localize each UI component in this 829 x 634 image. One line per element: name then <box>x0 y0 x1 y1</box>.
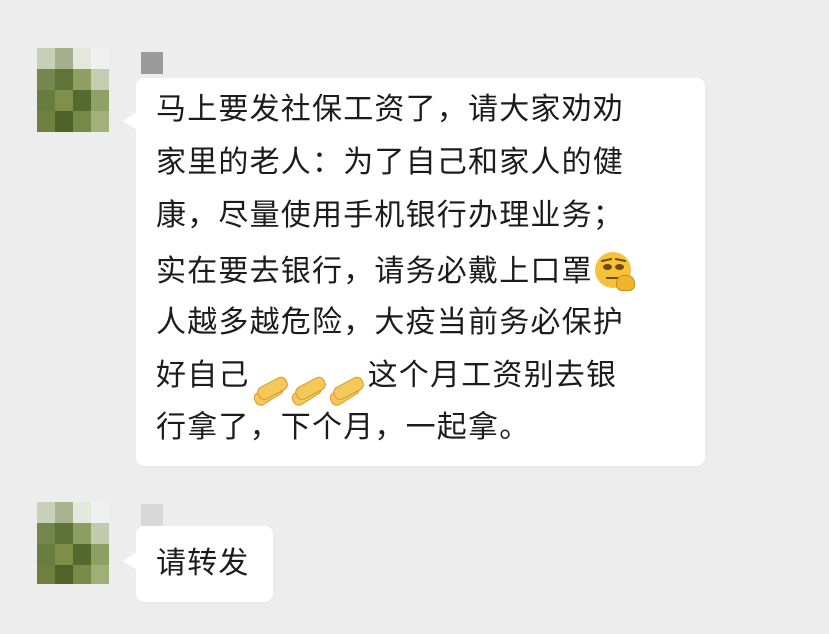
sender-name <box>141 52 163 74</box>
avatar-pixel <box>55 111 73 132</box>
avatar-pixel <box>91 544 109 565</box>
avatar-pixel <box>55 48 73 69</box>
avatar-pixel <box>73 111 91 132</box>
sender-avatar[interactable] <box>37 48 109 132</box>
avatar-pixel <box>91 523 109 544</box>
avatar-pixel <box>73 90 91 111</box>
message-line: 实在要去银行，请务必戴上口罩 <box>156 252 635 291</box>
message-line: 请转发 <box>156 546 250 581</box>
avatar-pixel <box>55 544 73 565</box>
folded-hands-icon <box>289 359 328 408</box>
message-line: 好自己 这个月工资别去银 <box>156 358 617 408</box>
avatar-pixel <box>91 502 109 523</box>
sender-avatar[interactable] <box>37 502 109 584</box>
message-bubble[interactable]: 马上要发社保工资了，请大家劝劝 家里的老人：为了自己和家人的健 康，尽量使用手机… <box>123 78 705 466</box>
message-line: 人越多越危险，大疫当前务必保护 <box>156 305 624 340</box>
avatar-pixel <box>37 523 55 544</box>
message-line: 康，尽量使用手机银行办理业务； <box>156 198 624 233</box>
avatar-pixel <box>73 544 91 565</box>
avatar-pixel <box>91 69 109 90</box>
message-line: 家里的老人：为了自己和家人的健 <box>156 145 624 180</box>
avatar-pixel <box>37 565 55 584</box>
message-line: 行拿了，下个月，一起拿。 <box>156 410 531 445</box>
avatar-pixel <box>37 48 55 69</box>
avatar-pixel <box>55 90 73 111</box>
avatar-pixel <box>91 565 109 584</box>
avatar-pixel <box>37 111 55 132</box>
avatar-pixel <box>55 502 73 523</box>
avatar-pixel <box>37 90 55 111</box>
avatar-pixel <box>73 69 91 90</box>
avatar-pixel <box>91 90 109 111</box>
avatar-pixel <box>37 544 55 565</box>
avatar-pixel <box>37 69 55 90</box>
thinking-face-icon <box>594 252 635 291</box>
avatar-pixel <box>55 69 73 90</box>
folded-hands-icon <box>327 359 366 408</box>
avatar-pixel <box>37 502 55 523</box>
sender-name <box>141 504 163 526</box>
chat-message: 请转发 <box>0 490 829 634</box>
avatar-pixel <box>73 523 91 544</box>
avatar-pixel <box>91 111 109 132</box>
avatar-pixel <box>55 523 73 544</box>
message-bubble[interactable]: 请转发 <box>123 526 273 602</box>
avatar-pixel <box>73 565 91 584</box>
avatar-pixel <box>73 502 91 523</box>
avatar-pixel <box>91 48 109 69</box>
avatar-pixel <box>73 48 91 69</box>
chat-message: 马上要发社保工资了，请大家劝劝 家里的老人：为了自己和家人的健 康，尽量使用手机… <box>0 0 829 480</box>
message-line: 马上要发社保工资了，请大家劝劝 <box>156 92 624 127</box>
avatar-pixel <box>55 565 73 584</box>
chat-message-list[interactable]: 马上要发社保工资了，请大家劝劝 家里的老人：为了自己和家人的健 康，尽量使用手机… <box>0 0 829 634</box>
folded-hands-icon <box>251 359 290 408</box>
